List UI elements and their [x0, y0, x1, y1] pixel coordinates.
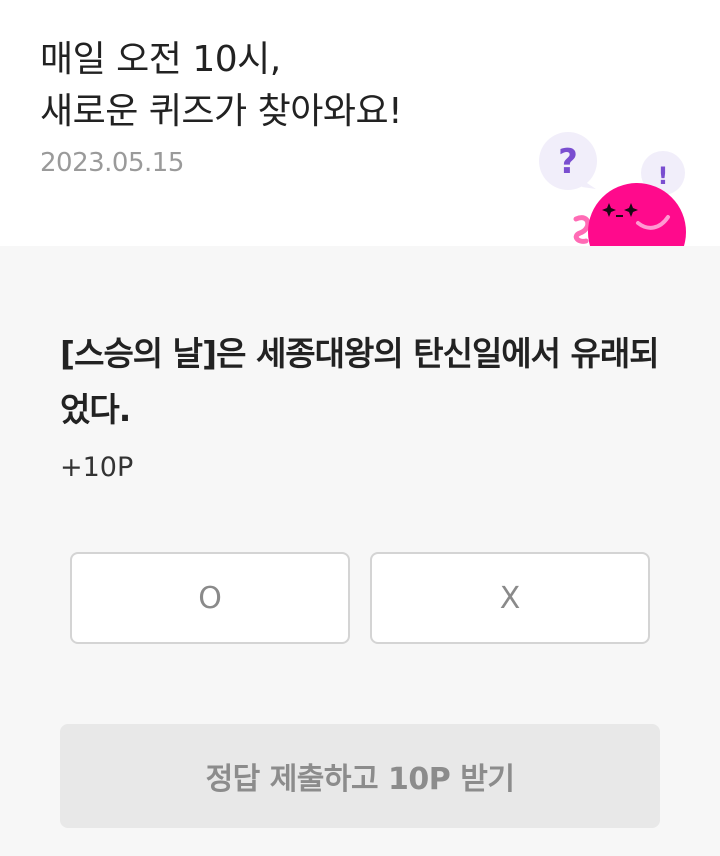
reward-points: +10P [60, 452, 134, 483]
submit-answer-button[interactable]: 정답 제출하고 10P 받기 [60, 724, 660, 828]
mascot-arm-icon [573, 215, 591, 244]
quiz-header: 매일 오전 10시, 새로운 퀴즈가 찾아와요! 2023.05.15 ? ! [0, 0, 720, 246]
page-title: 매일 오전 10시, 새로운 퀴즈가 찾아와요! [40, 34, 403, 138]
answer-x-button[interactable]: X [370, 552, 650, 644]
mascot-illustration: ? ! [530, 125, 700, 246]
answer-o-button[interactable]: O [70, 552, 350, 644]
quiz-card: [스승의 날]은 세종대왕의 탄신일에서 유래되었다. +10P O X 정답 … [0, 246, 720, 856]
quiz-date: 2023.05.15 [40, 148, 184, 178]
question-bubble-icon: ? [539, 132, 597, 190]
exclamation-mark-text: ! [658, 162, 669, 190]
question-mark-text: ? [558, 142, 578, 182]
quiz-question: [스승의 날]은 세종대왕의 탄신일에서 유래되었다. [60, 334, 660, 429]
mascot-svg: ? ! [539, 132, 686, 246]
headline-line-1: 매일 오전 10시, [40, 39, 281, 80]
headline-line-2: 새로운 퀴즈가 찾아와요! [40, 91, 403, 132]
quiz-page: 매일 오전 10시, 새로운 퀴즈가 찾아와요! 2023.05.15 ? ! [0, 0, 720, 856]
